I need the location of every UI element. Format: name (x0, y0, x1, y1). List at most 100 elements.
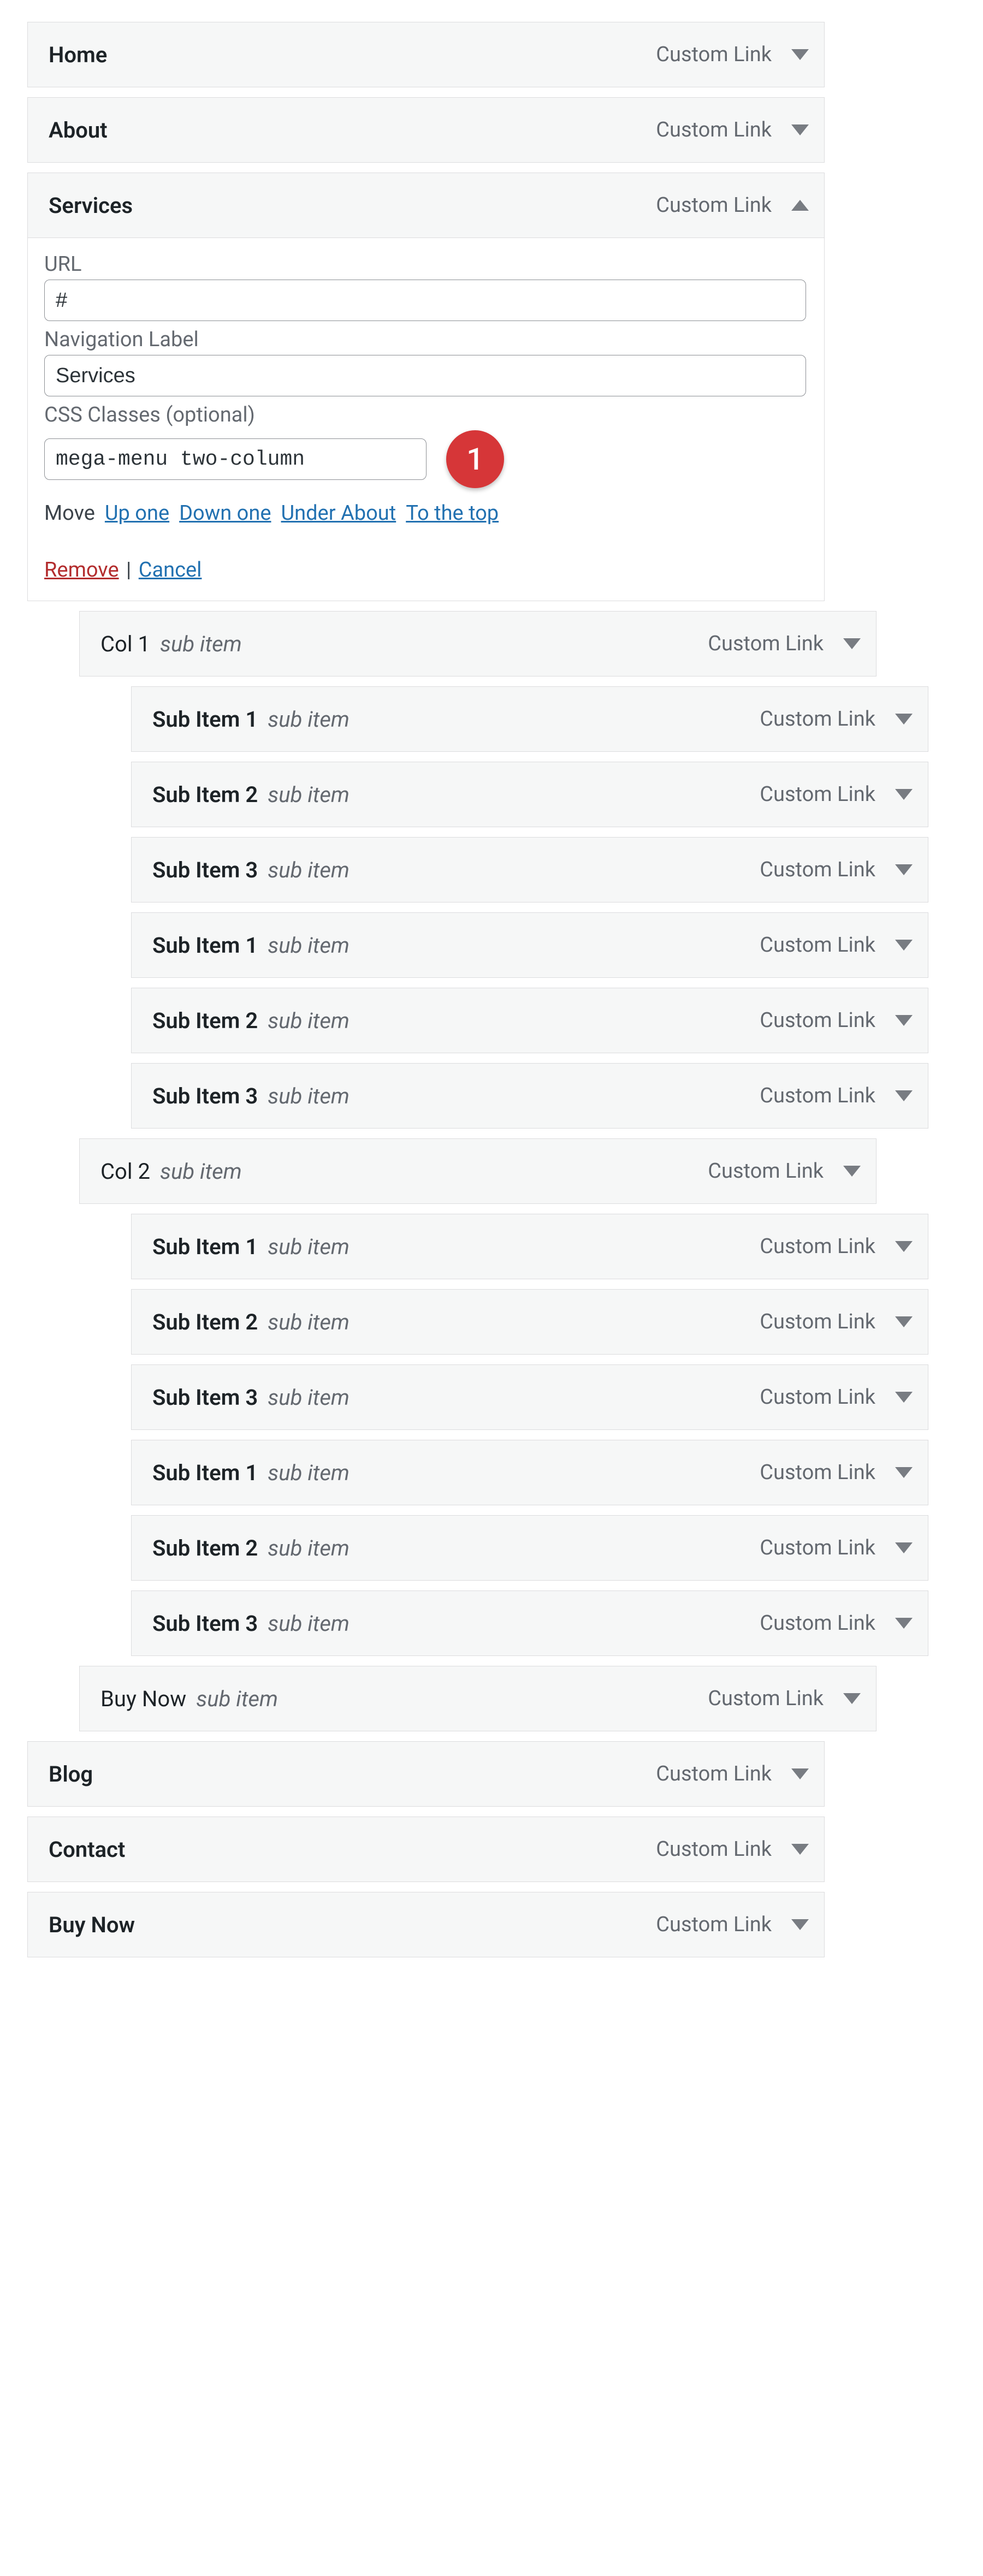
caret-down-icon[interactable] (895, 1090, 913, 1101)
menu-item-title-wrap: Sub Item 1sub item (152, 707, 350, 732)
menu-item-right: Custom Link (760, 707, 913, 731)
menu-item-title-wrap: Buy Nowsub item (100, 1686, 278, 1712)
menu-item-title: Sub Item 1 (152, 1234, 258, 1260)
caret-down-icon[interactable] (843, 638, 861, 649)
menu-item-right: Custom Link (760, 858, 913, 882)
menu-item-bar[interactable]: Sub Item 2sub item Custom Link (131, 988, 928, 1053)
menu-item-title-wrap: Sub Item 2sub item (152, 1008, 350, 1034)
move-under-link[interactable]: Under About (281, 501, 396, 525)
menu-item-title-wrap: Contact (49, 1837, 125, 1862)
caret-down-icon[interactable] (843, 1693, 861, 1704)
menu-item-bar[interactable]: Sub Item 3sub itemCustom Link (131, 837, 928, 903)
menu-item: BlogCustom Link (27, 1741, 825, 1807)
menu-item-title-wrap: Sub Item 1sub item (152, 933, 350, 958)
css-classes-input[interactable] (44, 438, 427, 480)
menu-item-bar[interactable]: Sub Item 2sub itemCustom Link (131, 1289, 928, 1355)
menu-item-type: Custom Link (760, 707, 875, 731)
menu-structure-list: HomeCustom LinkAboutCustom LinkServicesC… (27, 22, 956, 1957)
caret-down-icon[interactable] (895, 1542, 913, 1553)
caret-down-icon[interactable] (895, 940, 913, 951)
menu-item-title-wrap: Sub Item 2sub item (152, 1535, 350, 1561)
menu-item-bar[interactable]: Sub Item 2sub item Custom Link (131, 1515, 928, 1581)
menu-item-title: Sub Item 1 (152, 707, 258, 732)
menu-item-type: Custom Link (760, 1008, 875, 1032)
menu-item-title-wrap: Sub Item 3sub item (152, 1385, 350, 1410)
menu-item-bar[interactable]: BlogCustom Link (27, 1741, 825, 1807)
menu-item-bar[interactable]: Buy Nowsub item Custom Link (79, 1666, 877, 1731)
menu-item-type: Custom Link (656, 1837, 772, 1861)
menu-item-sub-label: sub item (268, 1460, 350, 1486)
menu-item-bar[interactable]: Sub Item 3sub itemCustom Link (131, 1063, 928, 1129)
move-down-link[interactable]: Down one (179, 501, 271, 525)
label-navigation-label: Navigation Label (44, 328, 808, 352)
menu-item-title-wrap: Sub Item 2sub item (152, 782, 350, 808)
caret-down-icon[interactable] (895, 1316, 913, 1327)
caret-down-icon[interactable] (895, 1618, 913, 1629)
menu-item-sub-label: sub item (268, 933, 350, 958)
menu-item: Sub Item 2sub item Custom Link (131, 1515, 928, 1581)
menu-item-title: Sub Item 3 (152, 857, 258, 883)
menu-item: Sub Item 3sub itemCustom Link (131, 1590, 928, 1656)
caret-down-icon[interactable] (895, 1392, 913, 1403)
menu-item-bar[interactable]: Sub Item 3sub itemCustom Link (131, 1590, 928, 1656)
annotation-badge-1: 1 (446, 430, 504, 488)
move-to-top-link[interactable]: To the top (406, 501, 499, 525)
menu-item-title-wrap: Buy Now (49, 1912, 135, 1938)
caret-down-icon[interactable] (895, 864, 913, 875)
caret-down-icon[interactable] (895, 1241, 913, 1252)
caret-down-icon[interactable] (791, 124, 809, 135)
caret-down-icon[interactable] (791, 1844, 809, 1855)
menu-item-title-wrap: Home (49, 42, 107, 68)
caret-down-icon[interactable] (791, 1919, 809, 1930)
menu-item-bar[interactable]: Sub Item 3sub item Custom Link (131, 1364, 928, 1430)
caret-down-icon[interactable] (895, 714, 913, 725)
caret-up-icon[interactable] (791, 200, 809, 211)
menu-item-right: Custom Link (760, 1385, 913, 1409)
menu-item-sub-label: sub item (268, 1309, 350, 1335)
cancel-link[interactable]: Cancel (139, 558, 202, 582)
caret-down-icon[interactable] (843, 1166, 861, 1177)
menu-item-bar[interactable]: Contact Custom Link (27, 1817, 825, 1882)
menu-item-type: Custom Link (656, 118, 772, 142)
menu-item-bar[interactable]: Sub Item 2sub itemCustom Link (131, 762, 928, 827)
url-input[interactable] (44, 280, 806, 321)
menu-item-bar[interactable]: Buy Now Custom Link (27, 1892, 825, 1957)
menu-item-right: Custom Link (656, 1837, 809, 1861)
menu-item-title: Col 2 (100, 1159, 150, 1184)
menu-item-type: Custom Link (708, 1687, 824, 1711)
menu-item-type: Custom Link (656, 1913, 772, 1937)
caret-down-icon[interactable] (895, 1015, 913, 1026)
menu-item-sub-label: sub item (268, 782, 350, 808)
menu-item-type: Custom Link (760, 1536, 875, 1560)
menu-item-title-wrap: Sub Item 3sub item (152, 1611, 350, 1636)
menu-item-right: Custom Link (656, 118, 809, 142)
menu-item-bar[interactable]: Sub Item 1sub item Custom Link (131, 912, 928, 978)
menu-item-bar[interactable]: HomeCustom Link (27, 22, 825, 87)
caret-down-icon[interactable] (895, 789, 913, 800)
menu-item-sub-label: sub item (268, 1385, 350, 1410)
menu-item-bar[interactable]: ServicesCustom Link (27, 173, 825, 238)
navigation-label-input[interactable] (44, 355, 806, 396)
menu-item: Sub Item 1sub item Custom Link (131, 912, 928, 978)
menu-item-bar[interactable]: Col 2sub itemCustom Link (79, 1138, 877, 1204)
menu-item-type: Custom Link (760, 933, 875, 957)
menu-item-type: Custom Link (760, 1234, 875, 1259)
menu-item-title-wrap: Blog (49, 1761, 93, 1787)
menu-item-bar[interactable]: Sub Item 1sub item Custom Link (131, 686, 928, 752)
menu-item-title-wrap: Col 2sub item (100, 1159, 242, 1184)
menu-item-title-wrap: Sub Item 1sub item (152, 1460, 350, 1486)
menu-item: Buy Nowsub item Custom Link (79, 1666, 877, 1731)
menu-item-bar[interactable]: Sub Item 1sub itemCustom Link (131, 1214, 928, 1279)
caret-down-icon[interactable] (895, 1467, 913, 1478)
menu-item-bar[interactable]: Sub Item 1sub itemCustom Link (131, 1440, 928, 1505)
menu-item: Sub Item 2sub item Custom Link (131, 988, 928, 1053)
move-up-link[interactable]: Up one (105, 501, 169, 525)
menu-item: Col 1sub itemCustom Link (79, 611, 877, 676)
remove-link[interactable]: Remove (44, 558, 119, 582)
menu-item-sub-label: sub item (268, 1083, 350, 1109)
menu-item-bar[interactable]: Col 1sub itemCustom Link (79, 611, 877, 676)
menu-item-type: Custom Link (760, 1385, 875, 1409)
caret-down-icon[interactable] (791, 49, 809, 60)
caret-down-icon[interactable] (791, 1768, 809, 1779)
menu-item-bar[interactable]: AboutCustom Link (27, 97, 825, 163)
